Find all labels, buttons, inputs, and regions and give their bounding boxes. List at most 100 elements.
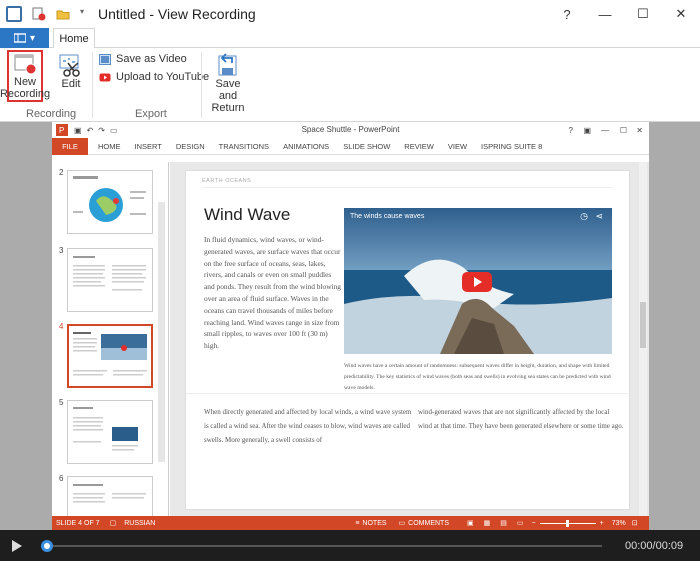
ppt-help-icon[interactable]: ? [569, 126, 573, 135]
save-and-return-button[interactable]: Save and Return [206, 52, 250, 114]
help-button[interactable]: ? [548, 0, 586, 28]
thumb-number: 3 [59, 246, 64, 255]
slide-section-label: EARTH OCEANS [202, 178, 252, 184]
application-menu-button[interactable]: ▾ [0, 28, 49, 48]
new-recording-button[interactable]: New Recording [0, 50, 50, 102]
reading-view-icon[interactable]: ▤ [500, 519, 507, 527]
canvas-scrollbar[interactable] [639, 162, 647, 517]
group-label-recording: Recording [26, 108, 77, 120]
video-icon [99, 53, 111, 65]
slide-column-right: wind-generated waves that are not signif… [418, 408, 624, 430]
ribbon: New Recording Edit Save as Video Upload … [0, 48, 700, 122]
save-return-label: Save and Return [211, 78, 245, 114]
ppt-tab-home[interactable]: HOME [98, 142, 121, 151]
thumb-number: 2 [59, 168, 64, 177]
new-recording-label: New Recording [0, 76, 51, 100]
playback-scrubber[interactable] [41, 540, 53, 552]
upload-youtube-label: Upload to YouTube [116, 71, 210, 83]
upload-youtube-button[interactable]: Upload to YouTube [99, 71, 209, 83]
ppt-tab-file[interactable]: FILE [52, 137, 88, 155]
recording-stage: P ▣ ↶ ↷ ▭ Space Shuttle - PowerPoint ? ▣… [0, 122, 700, 530]
playback-progress-track[interactable] [41, 540, 602, 552]
slide-thumbnail-2[interactable] [67, 170, 153, 234]
save-as-video-button[interactable]: Save as Video [99, 53, 187, 65]
close-button[interactable]: ✕ [662, 0, 700, 28]
slide-thumbnail-6[interactable] [67, 476, 153, 517]
powerpoint-window: P ▣ ↶ ↷ ▭ Space Shuttle - PowerPoint ? ▣… [52, 122, 649, 530]
ppt-status-bar: SLIDE 4 OF 7 ▢ RUSSIAN ≡ NOTES ▭ COMMENT… [52, 516, 649, 530]
menu-icon [13, 33, 26, 43]
play-triangle-icon [474, 277, 482, 287]
slideshow-view-icon[interactable]: ▭ [517, 519, 524, 527]
slide-thumbnail-4-selected[interactable] [67, 324, 153, 388]
ribbon-tab-row: ▾ Home [0, 28, 700, 49]
share-icon[interactable]: ⋖ [595, 211, 603, 222]
zoom-level[interactable]: 73% [612, 520, 626, 527]
quick-access-dropdown-icon[interactable]: ▾ [80, 7, 88, 21]
ppt-tab-design[interactable]: DESIGN [176, 142, 205, 151]
new-icon[interactable] [32, 7, 46, 21]
edit-label: Edit [61, 78, 81, 90]
slide-header-rule [202, 187, 613, 188]
ppt-tab-review[interactable]: REVIEW [404, 142, 434, 151]
edit-scissors-icon [59, 54, 80, 77]
spelling-icon[interactable]: ▢ [110, 519, 117, 527]
slide-column-left: When directly generated and affected by … [204, 408, 412, 444]
slide-canvas: EARTH OCEANS Wind Wave In fluid dynamics… [185, 170, 630, 510]
ppt-maximize-icon[interactable]: ☐ [620, 126, 627, 135]
ppt-window-title: Space Shuttle - PowerPoint [301, 125, 400, 134]
ppt-minimize-icon[interactable]: — [601, 126, 609, 135]
save-as-video-label: Save as Video [116, 53, 187, 65]
app-icon [6, 6, 22, 22]
group-separator [92, 52, 93, 118]
comments-button[interactable]: COMMENTS [408, 520, 449, 527]
ppt-ribbon-display-icon[interactable]: ▣ [583, 126, 591, 135]
ppt-tab-ispring[interactable]: ISPRING SUITE 8 [481, 142, 542, 151]
playback-bar: 00:00/00:09 [0, 530, 700, 561]
group-label-export: Export [135, 108, 167, 120]
ppt-tab-animations[interactable]: ANIMATIONS [283, 142, 329, 151]
thumb-wave-graphic [73, 332, 147, 376]
youtube-play-button[interactable] [462, 272, 492, 292]
title-bar: ▾ Untitled - View Recording ? — ☐ ✕ [0, 0, 700, 28]
slide-sorter-icon[interactable]: ▦ [484, 519, 491, 527]
open-folder-icon[interactable] [56, 7, 70, 21]
normal-view-icon[interactable]: ▣ [467, 519, 474, 527]
slide-thumbnail-5[interactable] [67, 400, 153, 464]
ppt-close-icon[interactable]: ✕ [636, 126, 643, 135]
tab-home[interactable]: Home [53, 28, 95, 49]
group-separator [201, 52, 202, 118]
thumb-number: 6 [59, 474, 64, 483]
ppt-tab-slideshow[interactable]: SLIDE SHOW [343, 142, 390, 151]
minimize-button[interactable]: — [586, 0, 624, 28]
ppt-ribbon-tabs: FILE HOME INSERT DESIGN TRANSITIONS ANIM… [52, 137, 649, 155]
playback-time: 00:00/00:09 [625, 540, 684, 552]
zoom-in-button[interactable]: + [600, 520, 604, 527]
window-title: Untitled - View Recording [98, 6, 256, 22]
save-return-icon [218, 53, 237, 76]
notes-button[interactable]: NOTES [362, 520, 386, 527]
edit-button[interactable]: Edit [56, 52, 86, 90]
thumb-globe-graphic [73, 176, 146, 222]
zoom-slider-thumb[interactable] [565, 519, 569, 527]
slide-thumbnail-3[interactable] [67, 248, 153, 312]
ppt-tab-insert[interactable]: INSERT [135, 142, 162, 151]
zoom-slider[interactable] [539, 519, 596, 527]
fit-to-window-icon[interactable]: ⊡ [632, 519, 638, 527]
play-icon[interactable] [11, 540, 23, 552]
zoom-out-button[interactable]: − [532, 520, 536, 527]
thumb-diagram-graphic [73, 407, 138, 451]
ppt-tab-transitions[interactable]: TRANSITIONS [219, 142, 269, 151]
maximize-button[interactable]: ☐ [624, 0, 662, 28]
embedded-video[interactable]: The winds cause waves ◷ ⋖ [344, 208, 612, 354]
thumb-number: 5 [59, 398, 64, 407]
slide-body-text: In fluid dynamics, wind waves, or wind-g… [204, 235, 341, 351]
canvas-scrollbar-thumb[interactable] [640, 302, 646, 348]
new-recording-icon [14, 54, 37, 75]
youtube-icon [99, 73, 111, 81]
slide-heading: Wind Wave [204, 205, 291, 224]
language-label[interactable]: RUSSIAN [124, 520, 155, 527]
thumbnails-scrollbar[interactable] [158, 202, 165, 462]
clock-icon[interactable]: ◷ [580, 211, 588, 222]
ppt-tab-view[interactable]: VIEW [448, 142, 467, 151]
